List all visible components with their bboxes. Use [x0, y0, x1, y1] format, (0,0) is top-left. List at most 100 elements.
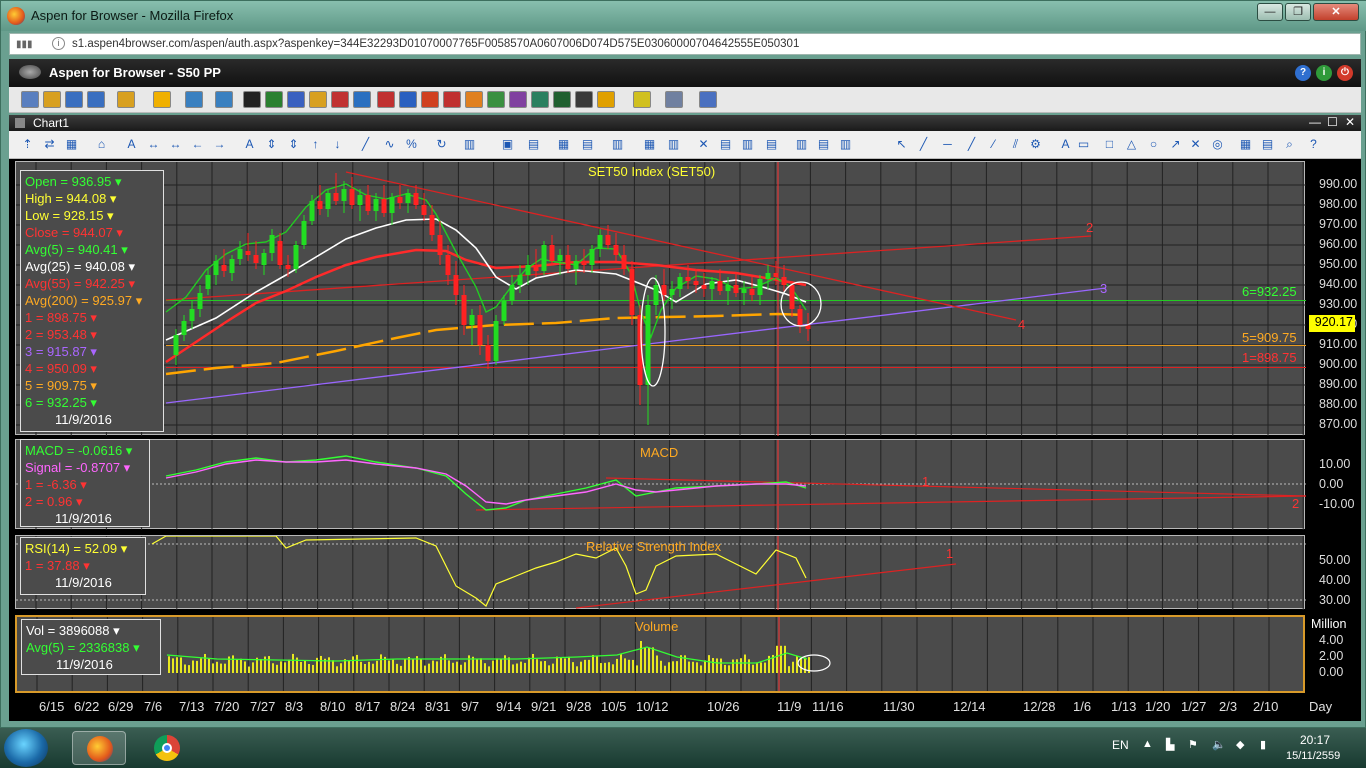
price_panel-legend-item[interactable]: 3 = 915.87 ▾	[25, 343, 159, 360]
chart-tool-button-39[interactable]: ⫽	[1007, 136, 1024, 153]
minimize-button[interactable]: —	[1257, 3, 1283, 21]
price_panel-legend-item[interactable]: 6 = 932.25 ▾	[25, 394, 159, 411]
chart-tool-button-9[interactable]: →	[211, 136, 228, 153]
rsi_panel-legend-item[interactable]: 1 = 37.88 ▾	[25, 557, 141, 574]
chart-tool-button-36[interactable]: ─	[939, 136, 956, 153]
close-button[interactable]: ✕	[1313, 3, 1359, 21]
volume-panel[interactable]: Volume Vol = 3896088 ▾ Avg(5) = 2336838 ▾…	[15, 615, 1305, 693]
chart-tool-button-48[interactable]: ◎	[1209, 136, 1226, 153]
chart-tool-button-5[interactable]: A	[123, 136, 140, 153]
macd_panel-legend-item[interactable]: MACD = -0.0616 ▾	[25, 442, 145, 459]
chart-tool-button-27[interactable]: ✕	[695, 136, 712, 153]
info-icon[interactable]: i	[52, 37, 65, 50]
price_panel-legend-item[interactable]: Low = 928.15 ▾	[25, 207, 159, 224]
price_panel-legend-item[interactable]: High = 944.08 ▾	[25, 190, 159, 207]
toolbar-button-27[interactable]	[665, 91, 683, 108]
help-icon[interactable]: ?	[1295, 65, 1311, 81]
chart-tool-button-40[interactable]: ⚙	[1027, 136, 1044, 153]
chart-minimize-button[interactable]: —	[1309, 115, 1321, 129]
chart-tool-button-6[interactable]: ↔	[145, 136, 162, 153]
chart-area[interactable]: 6=932.25 5=909.75 1=898.75 2 3 4 SET50 Index …	[9, 159, 1361, 721]
volume_panel-legend-item[interactable]: Vol = 3896088 ▾	[26, 622, 156, 639]
period-label[interactable]: Day	[1309, 699, 1332, 714]
chart-tool-button-32[interactable]: ▤	[815, 136, 832, 153]
price_panel-legend-item[interactable]: Avg(5) = 940.41 ▾	[25, 241, 159, 258]
chart-tool-button-49[interactable]: ▦	[1237, 136, 1254, 153]
chart-tool-button-37[interactable]: ╱	[963, 136, 980, 153]
chart-tool-button-4[interactable]: ⌂	[93, 136, 110, 153]
chart-tool-button-42[interactable]: ▭	[1075, 136, 1092, 153]
network-icon[interactable]: ▙	[1166, 738, 1174, 751]
toolbar-button-13[interactable]	[331, 91, 349, 108]
chart-tool-button-18[interactable]: ↻	[433, 136, 450, 153]
chart-tool-button-43[interactable]: □	[1101, 136, 1118, 153]
chart-tool-button-13[interactable]: ↑	[307, 136, 324, 153]
chart-tool-button-29[interactable]: ▥	[739, 136, 756, 153]
price-chart-svg[interactable]: 6=932.25 5=909.75 1=898.75 2 3 4	[16, 162, 1306, 436]
chart-tool-button-26[interactable]: ▥	[665, 136, 682, 153]
macd_panel-legend-item[interactable]: 1 = -6.36 ▾	[25, 476, 145, 493]
chart-tool-button-10[interactable]: A	[241, 136, 258, 153]
toolbar-button-3[interactable]	[65, 91, 83, 108]
chart-tool-button-24[interactable]: ▥	[609, 136, 626, 153]
price_panel-legend-item[interactable]: Open = 936.95 ▾	[25, 173, 159, 190]
toolbar-button-17[interactable]	[421, 91, 439, 108]
toolbar-button-16[interactable]	[399, 91, 417, 108]
price_panel-legend-item[interactable]: 5 = 909.75 ▾	[25, 377, 159, 394]
toolbar-button-25[interactable]	[597, 91, 615, 108]
toolbar-button-23[interactable]	[553, 91, 571, 108]
price_panel-legend-item[interactable]: Avg(200) = 925.97 ▾	[25, 292, 159, 309]
toolbar-button-5[interactable]	[117, 91, 135, 108]
battery-icon[interactable]: ▮	[1260, 738, 1266, 751]
chart-tool-button-41[interactable]: A	[1057, 136, 1074, 153]
chart-tool-button-45[interactable]: ○	[1145, 136, 1162, 153]
chart-tool-button-15[interactable]: ╱	[357, 136, 374, 153]
chart-tool-button-35[interactable]: ╱	[915, 136, 932, 153]
chart-maximize-button[interactable]: ☐	[1327, 115, 1338, 129]
toolbar-button-4[interactable]	[87, 91, 105, 108]
rsi_panel-legend-item[interactable]: RSI(14) = 52.09 ▾	[25, 540, 141, 557]
toolbar-button-21[interactable]	[509, 91, 527, 108]
chart-tool-button-20[interactable]: ▣	[499, 136, 516, 153]
volume_panel-legend-item[interactable]: Avg(5) = 2336838 ▾	[26, 639, 156, 656]
url-text[interactable]: s1.aspen4browser.com/aspen/auth.aspx?asp…	[72, 38, 799, 50]
chart-tool-button-33[interactable]: ▥	[837, 136, 854, 153]
toolbar-button-2[interactable]	[43, 91, 61, 108]
price_panel-legend-item[interactable]: Close = 944.07 ▾	[25, 224, 159, 241]
toolbar-button-15[interactable]	[377, 91, 395, 108]
toolbar-button-19[interactable]	[465, 91, 483, 108]
chart-tool-button-46[interactable]: ↗	[1167, 136, 1184, 153]
chart-tool-button-31[interactable]: ▥	[793, 136, 810, 153]
chart-tool-button-28[interactable]: ▤	[717, 136, 734, 153]
toolbar-button-11[interactable]	[287, 91, 305, 108]
chart-tool-button-11[interactable]: ⇕	[263, 136, 280, 153]
toolbar-button-8[interactable]	[215, 91, 233, 108]
toolbar-button-10[interactable]	[265, 91, 283, 108]
chart-tool-button-50[interactable]: ▤	[1259, 136, 1276, 153]
toolbar-button-24[interactable]	[575, 91, 593, 108]
start-button[interactable]	[4, 729, 48, 767]
flag-icon[interactable]: ▲	[1142, 738, 1153, 750]
price_panel-legend-item[interactable]: 1 = 898.75 ▾	[25, 309, 159, 326]
toolbar-button-9[interactable]	[243, 91, 261, 108]
chart-tool-button-12[interactable]: ⇕	[285, 136, 302, 153]
chart-tool-button-30[interactable]: ▤	[763, 136, 780, 153]
chart-tool-button-2[interactable]: ⇄	[41, 136, 58, 153]
chart-tool-button-16[interactable]: ∿	[381, 136, 398, 153]
chart-tool-button-25[interactable]: ▦	[641, 136, 658, 153]
chart-tool-button-38[interactable]: ⁄	[985, 136, 1002, 153]
language-indicator[interactable]: EN	[1112, 738, 1129, 752]
toolbar-button-22[interactable]	[531, 91, 549, 108]
chart-tool-button-19[interactable]: ▥	[461, 136, 478, 153]
taskbar-chrome[interactable]	[140, 731, 194, 765]
chart-tool-button-51[interactable]: ⌕	[1281, 136, 1298, 153]
toolbar-button-6[interactable]	[153, 91, 171, 108]
volume-icon[interactable]: 🔈	[1212, 738, 1226, 751]
chart-tool-button-7[interactable]: ↔	[167, 136, 184, 153]
price_panel-legend-item[interactable]: Avg(25) = 940.08 ▾	[25, 258, 159, 275]
macd_panel-legend-item[interactable]: 2 = 0.96 ▾	[25, 493, 145, 510]
clock-time[interactable]: 20:17	[1300, 733, 1330, 747]
toolbar-button-28[interactable]	[699, 91, 717, 108]
chart-tool-button-44[interactable]: △	[1123, 136, 1140, 153]
price_panel-legend-item[interactable]: Avg(55) = 942.25 ▾	[25, 275, 159, 292]
